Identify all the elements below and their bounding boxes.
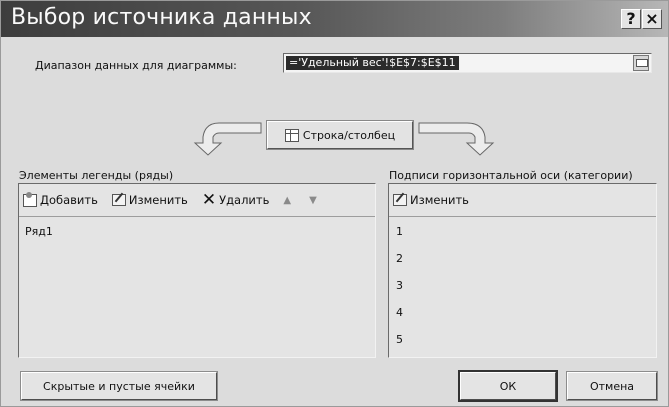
legend-toolbar: Добавить Изменить ✕ Удалить ▲ ▼ [19,184,375,217]
category-item[interactable]: 3 [396,279,403,292]
title-bar[interactable]: Выбор источника данных ? × [1,1,668,37]
help-button[interactable]: ? [621,9,641,29]
move-down-icon[interactable]: ▼ [309,195,317,206]
curved-arrow-right-icon [418,122,495,156]
legend-entries-label: Элементы легенды (ряды) [19,169,174,182]
axis-labels-panel: Изменить 1 2 3 4 5 [388,183,657,358]
select-data-source-dialog: Выбор источника данных ? × Диапазон данн… [0,0,669,407]
series-item[interactable]: Ряд1 [25,225,53,238]
hidden-empty-cells-button[interactable]: Скрытые и пустые ячейки [20,371,218,401]
curved-arrow-left-icon [193,122,262,156]
category-item[interactable]: 1 [396,225,403,238]
axis-labels-label: Подписи горизонтальной оси (категории) [389,169,633,182]
axis-toolbar: Изменить [389,184,656,217]
legend-series-panel: Добавить Изменить ✕ Удалить ▲ ▼ Ряд1 [18,183,376,358]
dialog-title: Выбор источника данных [11,5,312,30]
category-item[interactable]: 4 [396,306,403,319]
switch-row-column-label: Строка/столбец [302,128,396,142]
delete-x-icon: ✕ [201,190,217,210]
add-series-button[interactable]: Добавить [23,191,98,207]
category-item[interactable]: 2 [396,252,403,265]
edit-icon [393,194,407,206]
table-icon [284,128,299,142]
collapse-dialog-icon[interactable] [633,55,649,71]
cancel-button[interactable]: Отмена [566,371,658,401]
ok-button[interactable]: ОК [458,370,558,402]
edit-axis-labels-button[interactable]: Изменить [393,193,469,207]
add-series-label: Добавить [40,193,98,207]
delete-series-label: Удалить [219,193,270,207]
switch-row-column-button[interactable]: Строка/столбец [266,120,414,150]
edit-icon [111,194,126,206]
chart-range-label: Диапазон данных для диаграммы: [35,59,237,72]
edit-series-button[interactable]: Изменить [111,193,188,207]
add-series-icon [23,191,37,207]
chart-range-input[interactable]: ='Удельный вес'!$E$7:$E$11 [283,53,652,73]
edit-series-label: Изменить [128,193,188,207]
move-up-icon[interactable]: ▲ [283,195,291,206]
chart-range-value[interactable]: ='Удельный вес'!$E$7:$E$11 [286,56,459,70]
edit-axis-labels-label: Изменить [410,193,469,207]
delete-series-button[interactable]: ✕ Удалить [201,190,270,210]
close-button[interactable]: × [642,9,662,29]
category-item[interactable]: 5 [396,333,403,346]
